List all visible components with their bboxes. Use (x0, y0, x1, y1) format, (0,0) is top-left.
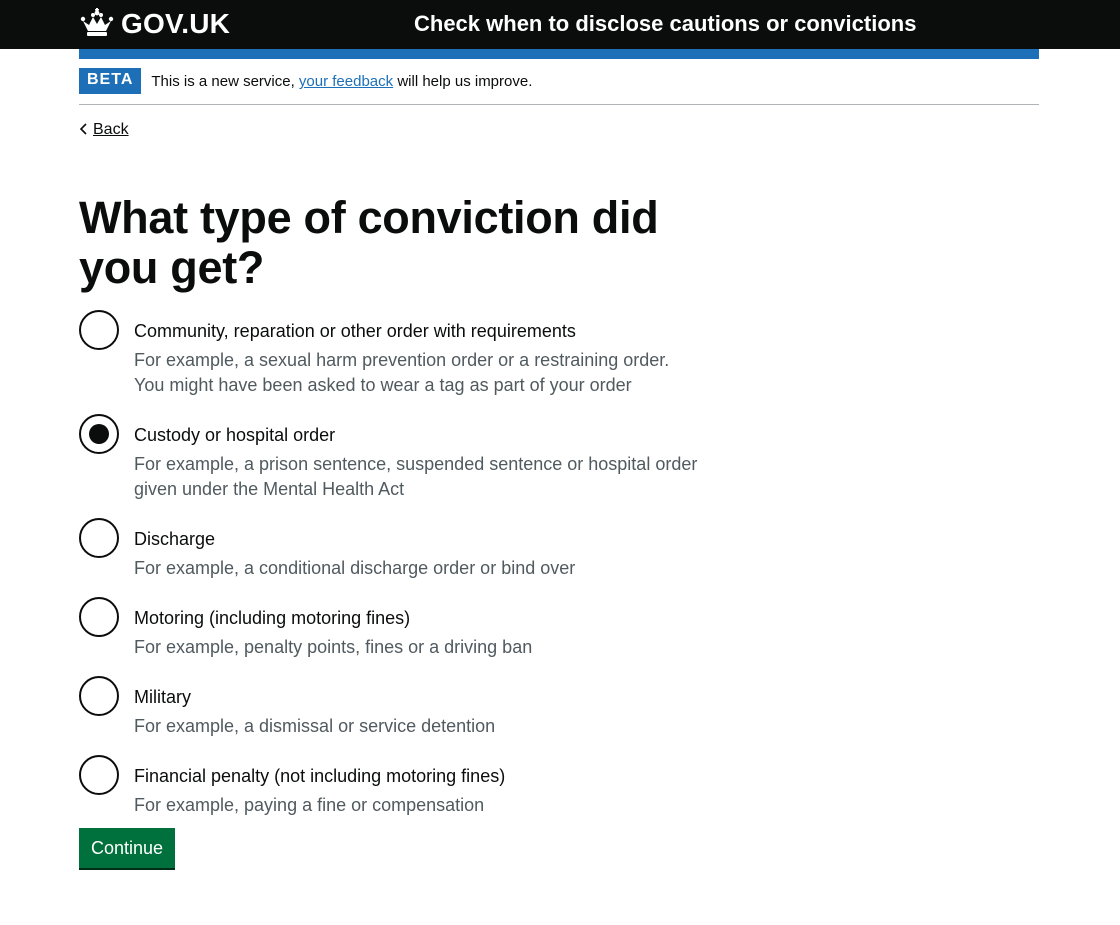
radio-button[interactable] (79, 310, 119, 350)
radio-hint: For example, a dismissal or service dete… (134, 716, 496, 736)
radio-hint: For example, paying a fine or compensati… (134, 795, 485, 815)
site-header: GOV.UK Check when to disclose cautions o… (0, 0, 1120, 49)
logo-text: GOV.UK (121, 8, 231, 39)
page-heading: What type of conviction did you get? (79, 192, 659, 293)
govuk-logo-link[interactable]: GOV.UK (79, 8, 230, 40)
radio-label[interactable]: Financial penalty (not including motorin… (134, 755, 699, 787)
radio-hint: For example, a conditional discharge ord… (134, 558, 576, 578)
radio-label[interactable]: Motoring (including motoring fines) (134, 597, 699, 629)
continue-button[interactable]: Continue (79, 828, 176, 868)
radio-button[interactable] (79, 755, 119, 795)
phase-text-after: will help us improve. (393, 73, 533, 90)
radio-label[interactable]: Community, reparation or other order wit… (134, 310, 699, 342)
radio-label[interactable]: Custody or hospital order (134, 414, 699, 446)
radio-option-motoring[interactable]: Motoring (including motoring fines) For … (79, 597, 699, 660)
radio-option-military[interactable]: Military For example, a dismissal or ser… (79, 676, 699, 739)
radio-selected-dot (89, 424, 109, 444)
radio-hint: For example, penalty points, fines or a … (134, 637, 533, 657)
radio-option-financial-penalty[interactable]: Financial penalty (not including motorin… (79, 755, 699, 818)
chevron-left-icon (79, 120, 93, 140)
radio-button-selected[interactable] (79, 414, 119, 454)
back-link-label: Back (93, 121, 129, 138)
beta-tag: BETA (79, 68, 142, 94)
conviction-type-radios: Community, reparation or other order wit… (79, 310, 699, 834)
radio-button[interactable] (79, 518, 119, 558)
radio-hint: For example, a sexual harm prevention or… (134, 350, 670, 395)
back-link[interactable]: Back (79, 120, 129, 140)
radio-hint: For example, a prison sentence, suspende… (134, 454, 698, 499)
header-blue-bar (79, 49, 1039, 59)
crown-icon (79, 8, 115, 40)
radio-option-custody-order[interactable]: Custody or hospital order For example, a… (79, 414, 699, 502)
phase-text-before: This is a new service, (151, 73, 299, 90)
feedback-link[interactable]: your feedback (299, 73, 393, 90)
phase-banner-text: This is a new service, your feedback wil… (151, 72, 532, 92)
radio-label[interactable]: Discharge (134, 518, 699, 550)
radio-option-community-order[interactable]: Community, reparation or other order wit… (79, 310, 699, 398)
phase-banner: BETA This is a new service, your feedbac… (79, 68, 1039, 105)
radio-button[interactable] (79, 597, 119, 637)
service-name-link[interactable]: Check when to disclose cautions or convi… (414, 9, 916, 39)
radio-button[interactable] (79, 676, 119, 716)
radio-option-discharge[interactable]: Discharge For example, a conditional dis… (79, 518, 699, 581)
radio-label[interactable]: Military (134, 676, 699, 708)
